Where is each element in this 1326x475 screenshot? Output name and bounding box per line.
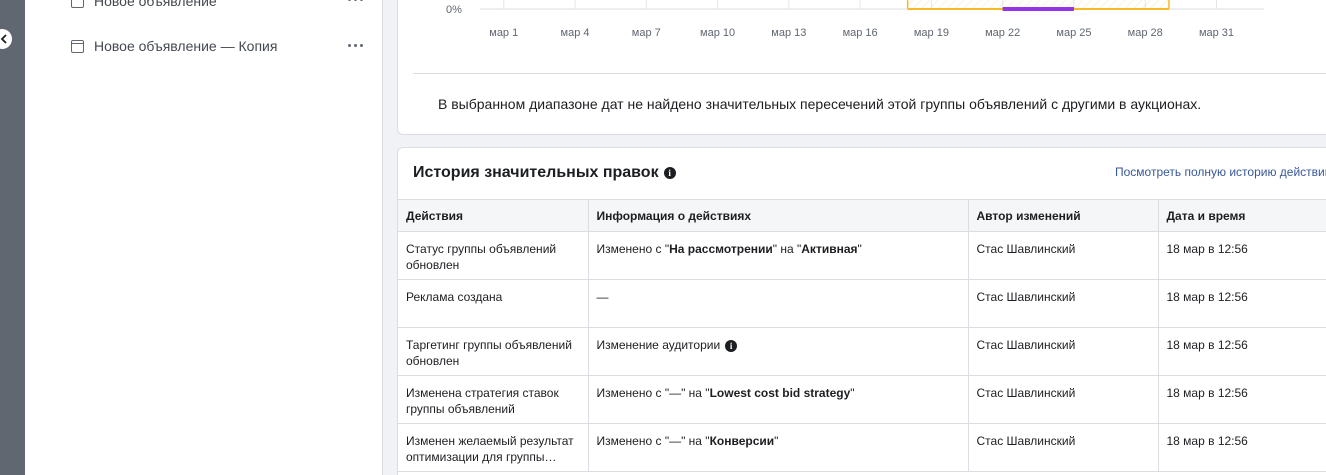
campaign-tree-sidebar: Новое объявление Новое объявление — Копи… <box>25 0 383 475</box>
section-title: История значительных правок i <box>413 164 676 182</box>
change-history-card: История значительных правок i Посмотреть… <box>397 147 1326 475</box>
view-full-history-link[interactable]: Посмотреть полную историю действий <box>1115 165 1326 179</box>
details-cell: Изменение аудитории i <box>587 327 968 376</box>
datetime-cell: 18 мар в 12:56 <box>1157 375 1326 424</box>
chart-x-tick-label: мар 7 <box>632 27 661 39</box>
chart-x-tick-label: мар 25 <box>1056 27 1091 39</box>
datetime-cell: 18 мар в 12:56 <box>1157 423 1326 472</box>
chart-x-tick-label: мар 1 <box>489 27 518 39</box>
column-header-datetime[interactable]: Дата и время <box>1157 199 1326 232</box>
action-cell: Таргетинг группы объявлений обновлен <box>398 327 588 376</box>
author-cell: Стас Шавлинский <box>967 327 1158 376</box>
more-options-icon[interactable] <box>343 37 367 53</box>
ad-document-icon <box>71 0 84 8</box>
action-cell: Реклама создана <box>398 279 588 328</box>
change-history-table: Действия Информация о действиях Автор из… <box>398 199 1326 472</box>
table-header-row: Действия Информация о действиях Автор из… <box>398 199 1326 232</box>
chart-x-tick-label: мар 4 <box>561 27 590 39</box>
chart-x-tick-label: мар 19 <box>914 27 949 39</box>
chart-x-tick-label: мар 10 <box>700 27 735 39</box>
datetime-cell: 18 мар в 12:56 <box>1157 327 1326 376</box>
author-cell: Стас Шавлинский <box>967 279 1158 328</box>
action-cell: Изменен желаемый результат оптимизации д… <box>398 423 588 472</box>
table-row: Реклама создана — Стас Шавлинский 18 мар… <box>398 279 1326 328</box>
author-cell: Стас Шавлинский <box>967 231 1158 280</box>
left-panel-strip <box>0 0 25 475</box>
table-row: Таргетинг группы объявлений обновлен Изм… <box>398 327 1326 376</box>
action-cell: Статус группы объявлений обновлен <box>398 231 588 280</box>
datetime-cell: 18 мар в 12:56 <box>1157 231 1326 280</box>
chart-x-tick-label: мар 22 <box>985 27 1020 39</box>
column-header-details[interactable]: Информация о действиях <box>587 199 968 232</box>
details-cell: — <box>587 279 968 328</box>
datetime-cell: 18 мар в 12:56 <box>1157 279 1326 328</box>
sidebar-item-ad-copy[interactable]: Новое объявление — Копия <box>71 35 371 57</box>
table-row: Изменен желаемый результат оптимизации д… <box>398 423 1326 472</box>
collapse-sidebar-button[interactable] <box>0 29 12 49</box>
details-cell: Изменено с "На рассмотрении" на "Активна… <box>587 231 968 280</box>
chart-x-tick-label: мар 28 <box>1128 27 1163 39</box>
details-cell: Изменено с "—" на "Конверсии" <box>587 423 968 472</box>
author-cell: Стас Шавлинский <box>967 423 1158 472</box>
details-cell: Изменено с "—" на "Lowest cost bid strat… <box>587 375 968 424</box>
sidebar-item-label: Новое объявление — Копия <box>94 38 278 54</box>
more-options-icon[interactable] <box>343 0 367 7</box>
section-title-text: История значительных правок <box>413 164 659 181</box>
chevron-left-icon <box>0 34 7 44</box>
auction-overlap-chart: 0% мар 1 мар 4 мар 7 мар 10 мар 13 мар 16 мар 1… <box>446 0 1264 39</box>
action-cell: Изменена стратегия ставок группы объявле… <box>398 375 588 424</box>
chart-x-tick-label: мар 31 <box>1199 27 1234 39</box>
chart-y-tick-label: 0% <box>446 4 462 16</box>
author-cell: Стас Шавлинский <box>967 375 1158 424</box>
divider <box>413 73 1326 74</box>
sidebar-item-ad[interactable]: Новое объявление <box>71 0 371 12</box>
chart-note: В выбранном диапазоне дат не найдено зна… <box>438 96 1202 112</box>
ad-document-icon <box>71 39 84 53</box>
table-row: Статус группы объявлений обновлен Измене… <box>398 231 1326 280</box>
sidebar-item-label: Новое объявление <box>94 0 217 9</box>
info-icon[interactable]: i <box>663 167 676 179</box>
auction-overlap-card: 0% мар 1 мар 4 мар 7 мар 10 мар 13 мар 16 мар 1… <box>397 0 1326 135</box>
table-row: Изменена стратегия ставок группы объявле… <box>398 375 1326 424</box>
info-icon[interactable]: i <box>725 340 738 352</box>
column-header-author[interactable]: Автор изменений <box>967 199 1158 232</box>
chart-x-tick-label: мар 16 <box>843 27 878 39</box>
column-header-action[interactable]: Действия <box>398 199 588 232</box>
chart-x-tick-label: мар 13 <box>771 27 806 39</box>
